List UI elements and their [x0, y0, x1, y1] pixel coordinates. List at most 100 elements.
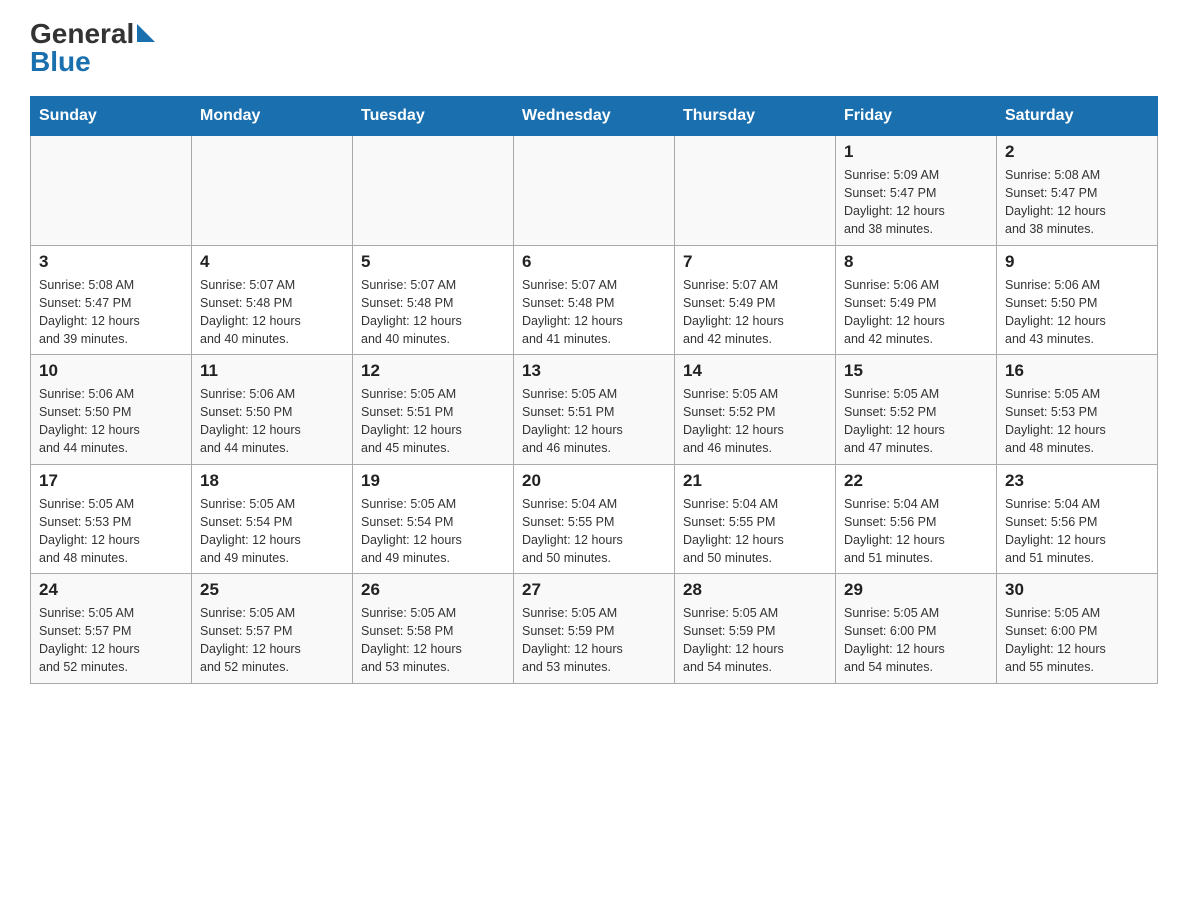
- day-info: Sunrise: 5:06 AMSunset: 5:50 PMDaylight:…: [39, 385, 183, 458]
- calendar-cell: 17 Sunrise: 5:05 AMSunset: 5:53 PMDayligh…: [31, 464, 192, 574]
- day-info: Sunrise: 5:05 AMSunset: 5:53 PMDaylight:…: [39, 495, 183, 568]
- weekday-header-row: SundayMondayTuesdayWednesdayThursdayFrid…: [31, 97, 1158, 136]
- calendar-cell: 5 Sunrise: 5:07 AMSunset: 5:48 PMDaylight…: [353, 245, 514, 355]
- day-number: 29: [844, 580, 988, 600]
- day-info: Sunrise: 5:05 AMSunset: 6:00 PMDaylight:…: [844, 604, 988, 677]
- day-info: Sunrise: 5:04 AMSunset: 5:56 PMDaylight:…: [1005, 495, 1149, 568]
- day-info: Sunrise: 5:05 AMSunset: 5:53 PMDaylight:…: [1005, 385, 1149, 458]
- calendar-cell: 28 Sunrise: 5:05 AMSunset: 5:59 PMDayligh…: [675, 574, 836, 684]
- day-number: 4: [200, 252, 344, 272]
- calendar-cell: [514, 136, 675, 246]
- day-info: Sunrise: 5:05 AMSunset: 5:52 PMDaylight:…: [844, 385, 988, 458]
- calendar-cell: [675, 136, 836, 246]
- calendar-cell: [31, 136, 192, 246]
- page-header: General Blue: [30, 20, 1158, 76]
- day-info: Sunrise: 5:07 AMSunset: 5:48 PMDaylight:…: [200, 276, 344, 349]
- calendar-cell: 11 Sunrise: 5:06 AMSunset: 5:50 PMDayligh…: [192, 355, 353, 465]
- day-number: 21: [683, 471, 827, 491]
- calendar-cell: 21 Sunrise: 5:04 AMSunset: 5:55 PMDayligh…: [675, 464, 836, 574]
- logo-blue-text: Blue: [30, 48, 91, 76]
- day-info: Sunrise: 5:05 AMSunset: 5:51 PMDaylight:…: [361, 385, 505, 458]
- day-number: 15: [844, 361, 988, 381]
- calendar-cell: 6Sunrise: 5:07 AMSunset: 5:48 PMDaylight…: [514, 245, 675, 355]
- weekday-header-monday: Monday: [192, 97, 353, 136]
- day-number: 3: [39, 252, 183, 272]
- day-number: 5: [361, 252, 505, 272]
- day-info: Sunrise: 5:05 AMSunset: 5:54 PMDaylight:…: [200, 495, 344, 568]
- calendar-cell: 4 Sunrise: 5:07 AMSunset: 5:48 PMDaylight…: [192, 245, 353, 355]
- day-info: Sunrise: 5:05 AMSunset: 5:51 PMDaylight:…: [522, 385, 666, 458]
- day-info: Sunrise: 5:07 AMSunset: 5:48 PMDaylight:…: [361, 276, 505, 349]
- weekday-header-wednesday: Wednesday: [514, 97, 675, 136]
- day-info: Sunrise: 5:04 AMSunset: 5:55 PMDaylight:…: [522, 495, 666, 568]
- day-number: 17: [39, 471, 183, 491]
- calendar-cell: 8Sunrise: 5:06 AMSunset: 5:49 PMDaylight…: [836, 245, 997, 355]
- day-number: 19: [361, 471, 505, 491]
- calendar-cell: 2Sunrise: 5:08 AMSunset: 5:47 PMDaylight…: [997, 136, 1158, 246]
- calendar-cell: 22Sunrise: 5:04 AMSunset: 5:56 PMDayligh…: [836, 464, 997, 574]
- calendar-cell: 18 Sunrise: 5:05 AMSunset: 5:54 PMDayligh…: [192, 464, 353, 574]
- day-info: Sunrise: 5:05 AMSunset: 5:58 PMDaylight:…: [361, 604, 505, 677]
- day-number: 24: [39, 580, 183, 600]
- day-number: 1: [844, 142, 988, 162]
- day-number: 8: [844, 252, 988, 272]
- day-info: Sunrise: 5:05 AMSunset: 5:59 PMDaylight:…: [683, 604, 827, 677]
- day-number: 16: [1005, 361, 1149, 381]
- day-number: 12: [361, 361, 505, 381]
- day-number: 20: [522, 471, 666, 491]
- calendar-cell: [192, 136, 353, 246]
- calendar-cell: 24 Sunrise: 5:05 AMSunset: 5:57 PMDayligh…: [31, 574, 192, 684]
- calendar-cell: 23 Sunrise: 5:04 AMSunset: 5:56 PMDayligh…: [997, 464, 1158, 574]
- day-info: Sunrise: 5:08 AMSunset: 5:47 PMDaylight:…: [39, 276, 183, 349]
- day-info: Sunrise: 5:05 AMSunset: 5:57 PMDaylight:…: [200, 604, 344, 677]
- calendar-cell: 12 Sunrise: 5:05 AMSunset: 5:51 PMDayligh…: [353, 355, 514, 465]
- day-info: Sunrise: 5:04 AMSunset: 5:56 PMDaylight:…: [844, 495, 988, 568]
- day-number: 2: [1005, 142, 1149, 162]
- day-number: 18: [200, 471, 344, 491]
- day-info: Sunrise: 5:05 AMSunset: 5:59 PMDaylight:…: [522, 604, 666, 677]
- day-info: Sunrise: 5:09 AMSunset: 5:47 PMDaylight:…: [844, 166, 988, 239]
- calendar-week-row: 3 Sunrise: 5:08 AMSunset: 5:47 PMDaylight…: [31, 245, 1158, 355]
- day-number: 27: [522, 580, 666, 600]
- weekday-header-thursday: Thursday: [675, 97, 836, 136]
- day-info: Sunrise: 5:06 AMSunset: 5:50 PMDaylight:…: [1005, 276, 1149, 349]
- weekday-header-friday: Friday: [836, 97, 997, 136]
- calendar-cell: 3 Sunrise: 5:08 AMSunset: 5:47 PMDaylight…: [31, 245, 192, 355]
- calendar-week-row: 1 Sunrise: 5:09 AMSunset: 5:47 PMDaylight…: [31, 136, 1158, 246]
- day-info: Sunrise: 5:04 AMSunset: 5:55 PMDaylight:…: [683, 495, 827, 568]
- day-info: Sunrise: 5:05 AMSunset: 5:54 PMDaylight:…: [361, 495, 505, 568]
- day-info: Sunrise: 5:06 AMSunset: 5:50 PMDaylight:…: [200, 385, 344, 458]
- calendar-week-row: 24 Sunrise: 5:05 AMSunset: 5:57 PMDayligh…: [31, 574, 1158, 684]
- logo: General Blue: [30, 20, 155, 76]
- day-number: 10: [39, 361, 183, 381]
- logo-general-text: General: [30, 20, 155, 48]
- day-number: 7: [683, 252, 827, 272]
- calendar-cell: 25Sunrise: 5:05 AMSunset: 5:57 PMDayligh…: [192, 574, 353, 684]
- calendar-cell: 20 Sunrise: 5:04 AMSunset: 5:55 PMDayligh…: [514, 464, 675, 574]
- calendar-cell: 29 Sunrise: 5:05 AMSunset: 6:00 PMDayligh…: [836, 574, 997, 684]
- day-number: 9: [1005, 252, 1149, 272]
- calendar-cell: 19 Sunrise: 5:05 AMSunset: 5:54 PMDayligh…: [353, 464, 514, 574]
- day-number: 26: [361, 580, 505, 600]
- calendar-cell: 16 Sunrise: 5:05 AMSunset: 5:53 PMDayligh…: [997, 355, 1158, 465]
- day-number: 30: [1005, 580, 1149, 600]
- day-number: 28: [683, 580, 827, 600]
- day-info: Sunrise: 5:07 AMSunset: 5:49 PMDaylight:…: [683, 276, 827, 349]
- calendar-cell: 15 Sunrise: 5:05 AMSunset: 5:52 PMDayligh…: [836, 355, 997, 465]
- weekday-header-tuesday: Tuesday: [353, 97, 514, 136]
- calendar-cell: 26 Sunrise: 5:05 AMSunset: 5:58 PMDayligh…: [353, 574, 514, 684]
- day-number: 14: [683, 361, 827, 381]
- day-info: Sunrise: 5:05 AMSunset: 5:57 PMDaylight:…: [39, 604, 183, 677]
- calendar-cell: 7 Sunrise: 5:07 AMSunset: 5:49 PMDaylight…: [675, 245, 836, 355]
- calendar-table: SundayMondayTuesdayWednesdayThursdayFrid…: [30, 96, 1158, 684]
- calendar-cell: 27 Sunrise: 5:05 AMSunset: 5:59 PMDayligh…: [514, 574, 675, 684]
- day-number: 23: [1005, 471, 1149, 491]
- calendar-cell: 10 Sunrise: 5:06 AMSunset: 5:50 PMDayligh…: [31, 355, 192, 465]
- day-number: 11: [200, 361, 344, 381]
- calendar-cell: 30Sunrise: 5:05 AMSunset: 6:00 PMDayligh…: [997, 574, 1158, 684]
- day-info: Sunrise: 5:05 AMSunset: 5:52 PMDaylight:…: [683, 385, 827, 458]
- weekday-header-sunday: Sunday: [31, 97, 192, 136]
- day-number: 13: [522, 361, 666, 381]
- calendar-cell: 14 Sunrise: 5:05 AMSunset: 5:52 PMDayligh…: [675, 355, 836, 465]
- day-info: Sunrise: 5:07 AMSunset: 5:48 PMDaylight:…: [522, 276, 666, 349]
